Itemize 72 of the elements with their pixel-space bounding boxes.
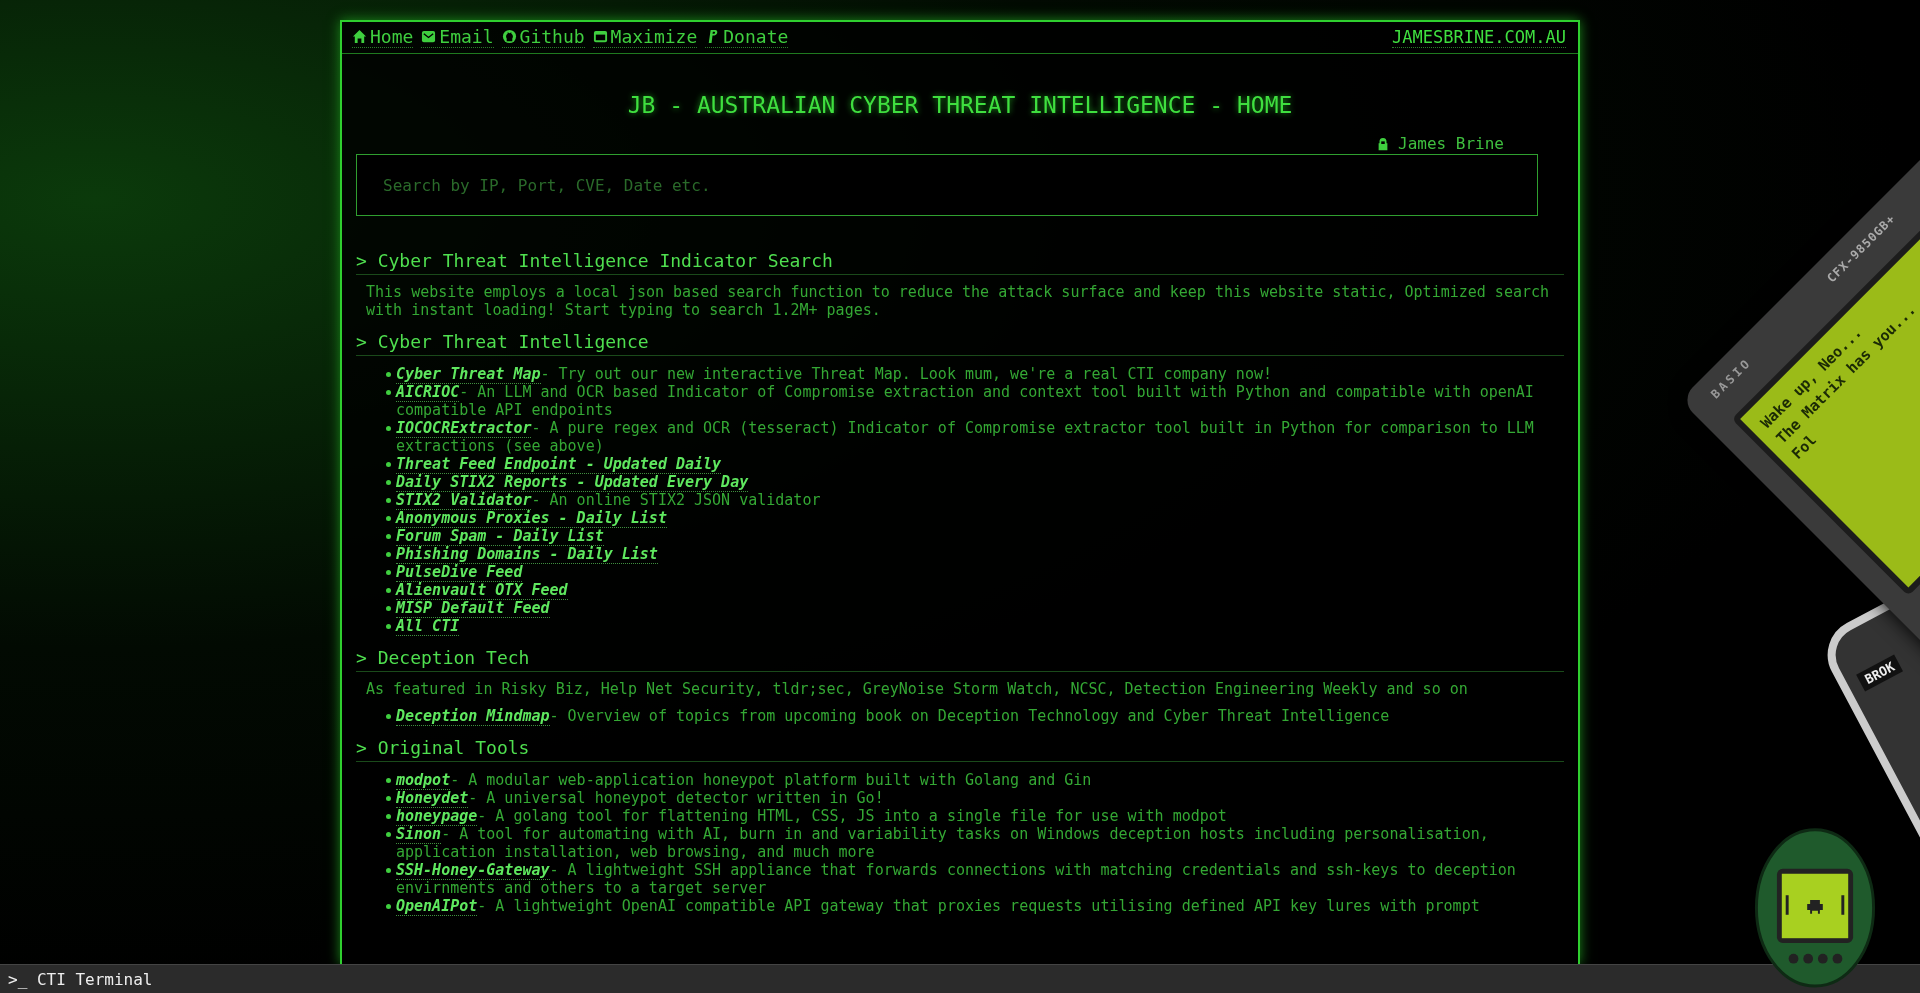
item-link[interactable]: MISP Default Feed xyxy=(396,599,550,618)
item-link[interactable]: honeypage xyxy=(396,807,478,826)
item-link[interactable]: IOCOCRExtractor xyxy=(396,419,532,438)
item-link[interactable]: Sinon xyxy=(396,825,442,844)
bullet-icon xyxy=(386,372,391,377)
author-name: James Brine xyxy=(1398,134,1504,153)
bullet-icon xyxy=(386,588,391,593)
github-icon xyxy=(501,29,517,44)
bullet-icon xyxy=(386,714,391,719)
item-link[interactable]: Alienvault OTX Feed xyxy=(396,581,568,600)
item-link[interactable]: PulseDive Feed xyxy=(396,563,523,582)
list-item-text: Sinon- A tool for automating with AI, burn in and variability tasks on Windows deception hosts including personalisation, application installation, web browsing, and much more xyxy=(396,825,1490,861)
item-link[interactable]: Anonymous Proxies - Daily List xyxy=(396,509,667,528)
bullet-icon xyxy=(386,516,391,521)
bullet-icon xyxy=(386,606,391,611)
terminal-label: >_ CTI Terminal xyxy=(8,969,153,989)
section-heading: > Cyber Threat Intelligence xyxy=(356,331,1564,356)
item-link[interactable]: Forum Spam - Daily List xyxy=(396,527,604,546)
envelope-icon xyxy=(421,29,437,44)
bullet-icon xyxy=(386,426,391,431)
nav-link[interactable]: Donate xyxy=(705,26,789,48)
nav-link[interactable]: Email xyxy=(421,26,494,48)
item-link[interactable]: Deception Mindmap xyxy=(396,707,550,726)
list-item-text: SSH-Honey-Gateway- A lightweight SSH appliance that forwards connections with matching credentials and ssh-keys to deception envirnments and others to a target server xyxy=(396,861,1517,897)
bullet-icon xyxy=(386,796,391,801)
bullet-icon xyxy=(386,462,391,467)
item-link[interactable]: All CTI xyxy=(396,617,460,636)
nav-link[interactable]: Github xyxy=(501,26,585,48)
bullet-icon xyxy=(386,390,391,395)
window-icon xyxy=(592,29,608,44)
section-description: As featured in Risky Biz, Help Net Security, tldr;sec, GreyNoise Storm Watch, NCSC, Detection Engineering Weekly and so on xyxy=(366,680,1469,698)
bullet-icon xyxy=(386,868,391,873)
item-link[interactable]: Threat Feed Endpoint - Updated Daily xyxy=(396,455,722,474)
item-link[interactable]: SSH-Honey-Gateway xyxy=(396,861,550,880)
list-item-text: Cyber Threat Map- Try out our new interactive Threat Map. Look mum, we're a real CTI company now! xyxy=(396,365,1272,383)
home-icon xyxy=(352,29,367,44)
section-heading: > Original Tools xyxy=(356,737,1564,762)
item-link[interactable]: AICRIOC xyxy=(396,383,460,402)
item-link[interactable]: Cyber Threat Map xyxy=(396,365,541,384)
item-link[interactable]: OpenAIPot xyxy=(396,897,478,916)
section-heading: > Cyber Threat Intelligence Indicator Search xyxy=(356,250,1564,275)
bullet-icon xyxy=(386,480,391,485)
bullet-icon xyxy=(386,624,391,629)
bullet-icon xyxy=(386,534,391,539)
bullet-icon xyxy=(386,552,391,557)
item-link[interactable]: Daily STIX2 Reports - Updated Every Day xyxy=(396,473,749,492)
item-link[interactable]: Honeydet xyxy=(396,789,469,808)
bullet-icon xyxy=(386,498,391,503)
list-item-text: AICRIOC- An LLM and OCR based Indicator of Compromise extraction and context tool built with Python and compatible with openAI compatible API endpoints xyxy=(396,383,1535,419)
bullet-icon xyxy=(386,778,391,783)
list-item-text: STIX2 Validator- An online STIX2 JSON validator xyxy=(396,491,821,509)
list-item-text: Honeydet- A universal honeypot detector written in Go! xyxy=(396,789,884,807)
section-heading: > Deception Tech xyxy=(356,647,1564,672)
page-title: JB - AUSTRALIAN CYBER THREAT INTELLIGENCE - HOME xyxy=(626,92,1294,118)
bullet-icon xyxy=(386,904,391,909)
item-link[interactable]: STIX2 Validator xyxy=(396,491,532,510)
site-link[interactable]: JAMESBRINE.COM.AU xyxy=(1392,26,1566,48)
bullet-icon xyxy=(386,814,391,819)
nav-link[interactable]: Maximize xyxy=(592,26,698,48)
bullet-icon xyxy=(386,570,391,575)
list-item-text: IOCOCRExtractor- A pure regex and OCR (tesseract) Indicator of Compromise extractor tool built in Python for comparison to LLM extractions (see above) xyxy=(396,419,1535,455)
item-link[interactable]: Phishing Domains - Daily List xyxy=(396,545,658,564)
item-link[interactable]: modpot xyxy=(396,771,451,790)
list-item-text: Deception Mindmap- Overview of topics from upcoming book on Deception Technology and Cyber Threat Intelligence xyxy=(396,707,1390,725)
terminal-bar[interactable]: >_ CTI Terminal xyxy=(0,964,1920,993)
list-item-text: modpot- A modular web-application honeypot platform built with Golang and Gin xyxy=(396,771,1092,789)
list-item-text: honeypage- A golang tool for flattening HTML, CSS, JS into a single file for use with modpot xyxy=(396,807,1227,825)
nav-link[interactable]: Home xyxy=(352,26,414,48)
search-field[interactable]: Search by IP, Port, CVE, Date etc. xyxy=(356,154,1538,216)
list-item-text: OpenAIPot- A lightweight OpenAI compatible API gateway that proxies requests utilising defined API key lures with prompt xyxy=(396,897,1480,915)
section-description: This website employs a local json based search function to reduce the attack surface and keep this website static, Optimized search with instant loading! Start typing to search 1.2M+ pages. xyxy=(366,283,1551,319)
bullet-icon xyxy=(386,832,391,837)
